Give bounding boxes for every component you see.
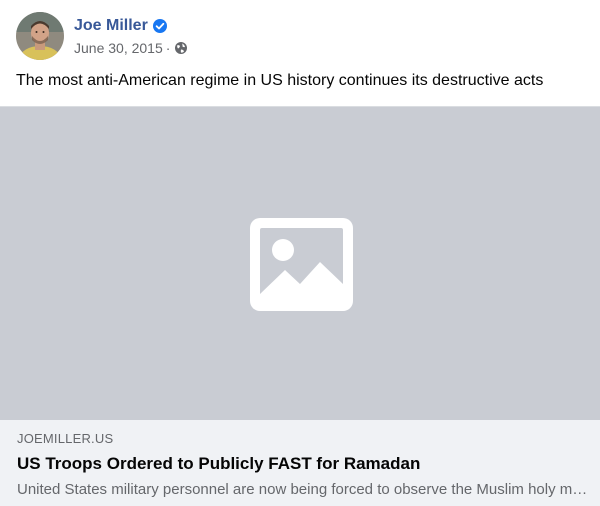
image-placeholder-icon <box>250 218 353 311</box>
link-preview[interactable]: JOEMILLER.US US Troops Ordered to Public… <box>0 420 600 506</box>
globe-icon[interactable] <box>174 41 188 55</box>
profile-photo-icon <box>16 12 64 60</box>
date-row: June 30, 2015 · <box>74 39 188 57</box>
post-meta: Joe Miller June 30, 2015 · <box>74 16 188 57</box>
facebook-post: Joe Miller June 30, 2015 · The most anti… <box>0 0 600 506</box>
link-image[interactable] <box>0 106 600 421</box>
author-name[interactable]: Joe Miller <box>74 16 148 36</box>
date-separator: · <box>165 39 171 56</box>
avatar[interactable] <box>16 12 64 60</box>
author-row: Joe Miller <box>74 16 188 36</box>
link-description: United States military personnel are now… <box>17 481 592 498</box>
link-title[interactable]: US Troops Ordered to Publicly FAST for R… <box>17 453 420 475</box>
post-message: The most anti-American regime in US hist… <box>16 72 544 89</box>
post-header: Joe Miller June 30, 2015 · <box>16 12 188 60</box>
link-domain: JOEMILLER.US <box>17 431 114 446</box>
post-date[interactable]: June 30, 2015 <box>74 39 163 57</box>
verified-badge-icon <box>152 18 168 34</box>
